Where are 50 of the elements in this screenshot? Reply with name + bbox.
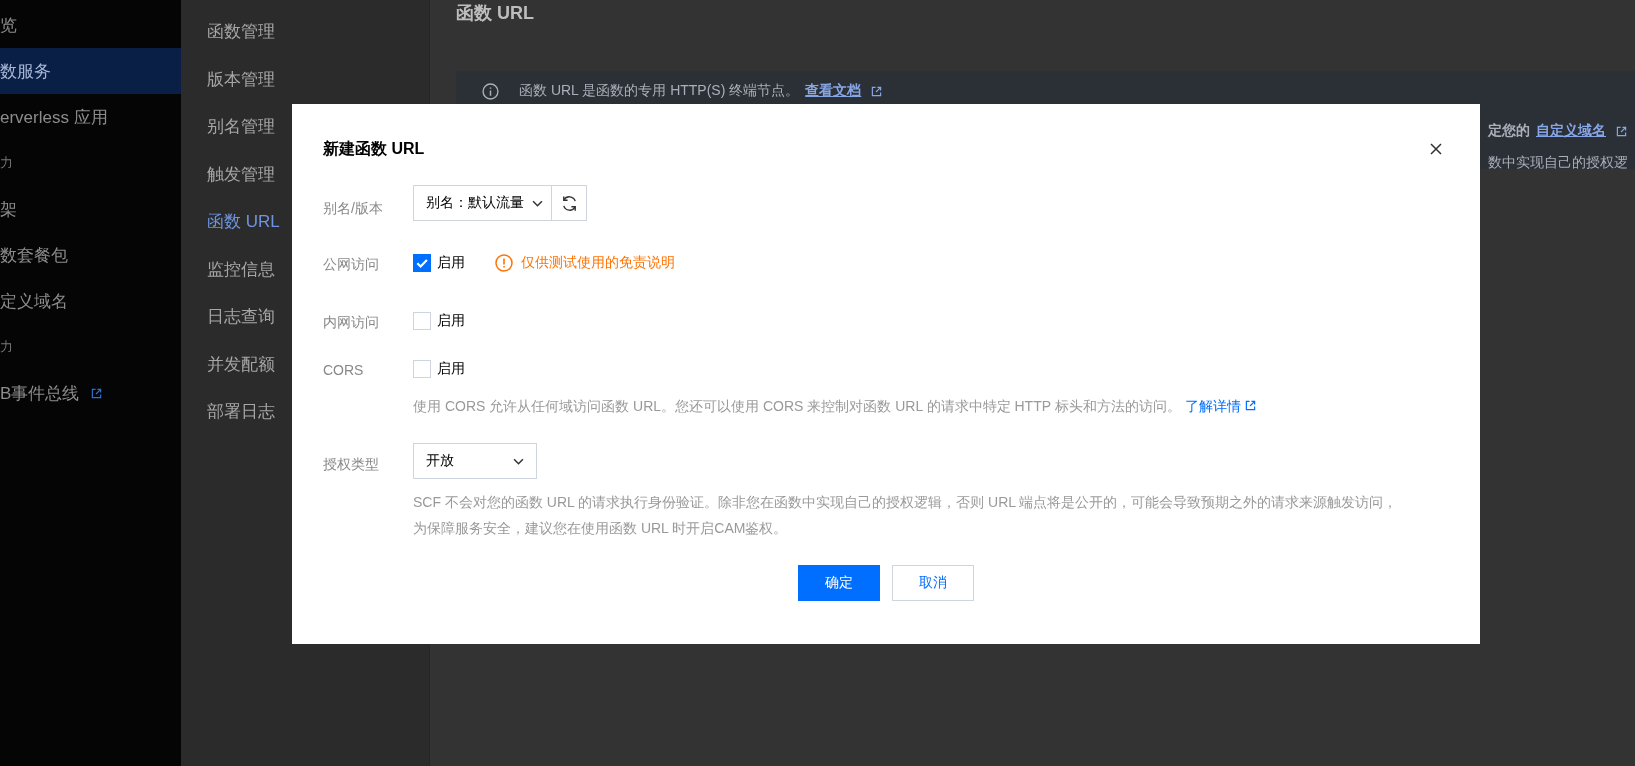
sidebar-group-label: 力 xyxy=(0,154,13,172)
sidebar-item[interactable]: 览 xyxy=(0,2,23,48)
sidebar-item[interactable]: B事件总线 xyxy=(0,370,109,416)
field-label: 内网访问 xyxy=(323,313,380,332)
subnav-item[interactable]: 日志查询 xyxy=(207,293,275,341)
enable-checkbox[interactable]: 启用 xyxy=(413,254,465,272)
field-label: 授权类型 xyxy=(323,455,380,474)
field-label: CORS xyxy=(323,361,365,380)
external-link-icon xyxy=(91,387,103,399)
external-link-icon xyxy=(871,85,883,97)
sidebar-item[interactable]: 数套餐包 xyxy=(0,232,74,278)
field-label: 公网访问 xyxy=(323,255,380,274)
sidebar-item[interactable]: erverless 应用 xyxy=(0,94,114,140)
external-link-icon xyxy=(1616,125,1627,137)
auth-type-select[interactable]: 开放 xyxy=(413,443,537,479)
confirm-button[interactable]: 确定 xyxy=(797,565,880,601)
sidebar-item[interactable]: 数服务 xyxy=(0,48,181,94)
warning-icon xyxy=(495,254,513,272)
chevron-down-icon xyxy=(513,457,524,465)
sidebar-group-label: 力 xyxy=(0,338,13,356)
external-link-icon xyxy=(1244,400,1256,411)
sidebar-item[interactable]: 定义域名 xyxy=(0,278,74,324)
version-select[interactable]: 别名：默认流量 xyxy=(413,185,552,221)
subnav-item[interactable]: 别名管理 xyxy=(207,103,275,151)
close-icon[interactable] xyxy=(1430,143,1442,155)
chevron-down-icon xyxy=(532,199,543,207)
page-title: 函数 URL xyxy=(456,2,535,25)
subnav-item[interactable]: 并发配额 xyxy=(207,340,275,388)
notice-text: 函数 URL 是函数的专用 HTTP(S) 终端节点。 xyxy=(519,82,800,100)
notice-text: 定您的 xyxy=(1488,122,1530,140)
subnav-item[interactable]: 函数 URL xyxy=(207,198,280,246)
field-label: 别名/版本 xyxy=(323,199,384,218)
notice-text: 数中实现自己的授权逻 xyxy=(1488,154,1628,172)
enable-checkbox[interactable]: 启用 xyxy=(413,312,465,330)
subnav-item[interactable]: 监控信息 xyxy=(207,245,275,293)
sidebar-item[interactable]: 架 xyxy=(0,186,23,232)
domain-link[interactable]: 自定义域名 xyxy=(1536,122,1606,140)
field-description: 使用 CORS 允许从任何域访问函数 URL。您还可以使用 CORS 来控制对函数 URL 的请求中特定 HTTP 标头和方法的访问。 了解详情 xyxy=(413,393,1403,419)
subnav-item[interactable]: 函数管理 xyxy=(207,8,275,56)
field-description: SCF 不会对您的函数 URL 的请求执行身份验证。除非您在函数中实现自己的授权逻辑，否则 URL 端点将是公开的，可能会导致预期之外的请求来源触发访问，为保障服务安全，建议您在使用函数 URL 时开启CAM鉴权。 xyxy=(413,493,1399,538)
refresh-button[interactable] xyxy=(552,185,587,221)
info-icon xyxy=(482,82,499,100)
enable-checkbox[interactable]: 启用 xyxy=(413,360,465,378)
docs-link[interactable]: 查看文档 xyxy=(805,82,862,100)
subnav-item[interactable]: 触发管理 xyxy=(207,150,275,198)
subnav-item[interactable]: 部署日志 xyxy=(207,388,275,436)
cancel-button[interactable]: 取消 xyxy=(891,565,974,601)
dialog-title: 新建函数 URL xyxy=(323,138,425,159)
subnav-item[interactable]: 版本管理 xyxy=(207,55,275,103)
learn-more-link[interactable]: 了解详情 xyxy=(1184,398,1256,414)
